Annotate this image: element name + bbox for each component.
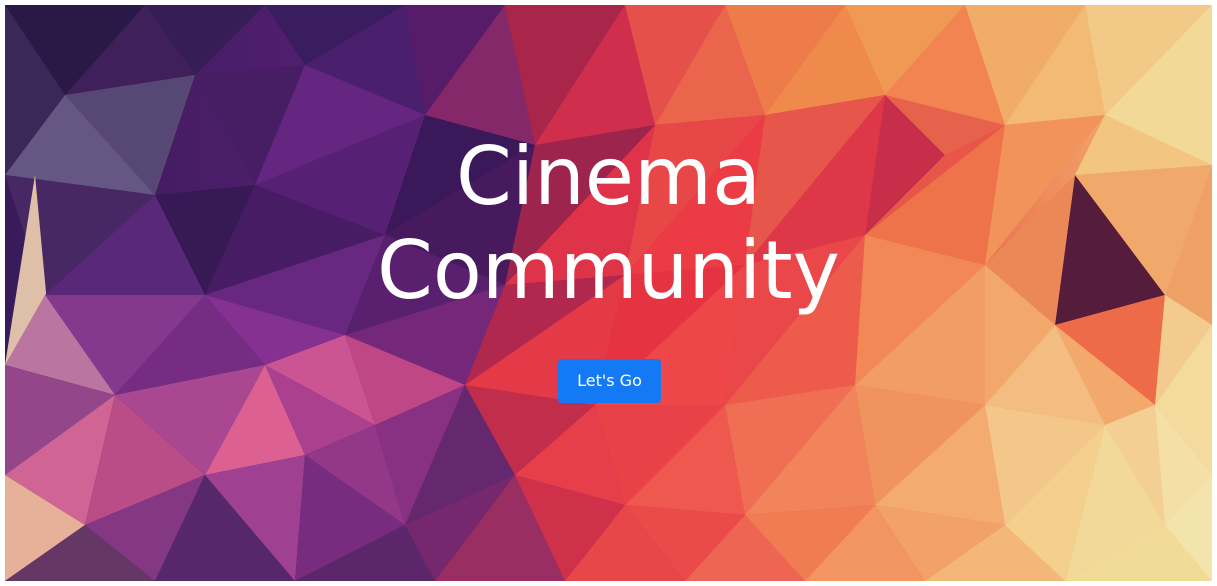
- page-frame: Cinema Community Let's Go: [0, 0, 1217, 586]
- hero-title: Cinema Community: [5, 130, 1212, 318]
- hero-title-line-2: Community: [376, 224, 840, 317]
- hero-section: Cinema Community Let's Go: [5, 5, 1212, 581]
- hero-title-line-1: Cinema: [456, 130, 761, 223]
- lets-go-button[interactable]: Let's Go: [558, 359, 661, 403]
